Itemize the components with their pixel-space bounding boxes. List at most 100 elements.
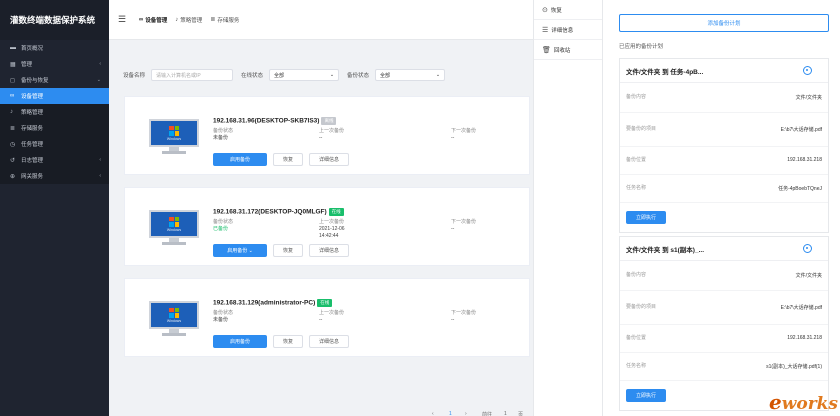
gear-icon[interactable] xyxy=(803,66,812,75)
backup-plan-card: 文件/文件夹 到 任务-4pB... 备份内容 文件/文件夹 要备份的项目 E:… xyxy=(619,58,829,233)
plan-row: 备份内容 文件/文件夹 xyxy=(620,261,828,291)
pager-prev[interactable]: ‹ xyxy=(432,411,434,416)
chevron-icon: ⌄ xyxy=(96,77,101,83)
plan-row-value: s1(副本)_大话存储.pdf(1) xyxy=(766,364,822,370)
music-icon: ♪ xyxy=(175,16,179,23)
backup-status: 备份状态 未备份 xyxy=(213,310,234,323)
menu-toggle-icon[interactable]: ☰ xyxy=(113,14,131,25)
next-backup: 下一次备份 -- xyxy=(451,128,477,141)
backup-status-select[interactable]: 全部 ⌄ xyxy=(375,69,446,81)
device-card[interactable]: Windows 192.168.31.129(administrator-PC)… xyxy=(124,278,530,357)
last-backup: 上一次备份 2021-12-06 14:42:44 xyxy=(319,219,345,239)
plan-header: 文件/文件夹 到 任务-4pB... xyxy=(620,59,828,83)
plan-row-value: 任务-4pBoebTQneJ xyxy=(778,186,822,192)
computer-icon: Windows xyxy=(149,210,199,246)
chevron-down-icon: ⌄ xyxy=(329,72,335,78)
sidebar-item-label: 日志管理 xyxy=(21,158,44,164)
backup-plan-panel: 添加备份计划 已应用的备份计划 文件/文件夹 到 任务-4pB... 备份内容 … xyxy=(603,0,840,416)
tab-0[interactable]: ∞ 设备管理 xyxy=(139,16,167,24)
enable-backup-button[interactable]: 启用备份 xyxy=(213,153,267,166)
plan-row-value: 文件/文件夹 xyxy=(795,95,822,101)
grid-icon: ▦ xyxy=(10,61,16,68)
backup-icon: ◻ xyxy=(10,77,15,84)
next-backup: 下一次备份 -- xyxy=(451,219,477,232)
sidebar-item-4[interactable]: ♪ 策略管理 xyxy=(0,104,109,120)
run-now-button[interactable]: 立即执行 xyxy=(626,389,666,402)
restore-button[interactable]: 恢复 xyxy=(273,153,303,166)
device-card[interactable]: Windows 192.168.31.172(DESKTOP-JQ0MLGF) 在… xyxy=(124,187,530,266)
pager-goto-label: 前往 xyxy=(482,412,493,416)
plan-row-value: E:\b7\大话存储.pdf xyxy=(780,127,822,133)
plan-row-value: 192.168.31.218 xyxy=(787,157,822,163)
pager-next[interactable]: › xyxy=(465,411,467,416)
sidebar-item-label: 首页概况 xyxy=(21,46,44,52)
plan-row-key: 任务名称 xyxy=(626,185,647,191)
device-card[interactable]: Windows 192.168.31.96(DESKTOP-SKB7IS3) 离线… xyxy=(124,96,530,175)
chevron-icon: ‹ xyxy=(99,157,101,163)
sidebar-item-0[interactable]: ▬ 首页概况 xyxy=(0,40,109,56)
applied-plans-label: 已应用的备份计划 xyxy=(619,44,664,50)
context-menu: ⊙ 恢复 ☰ 详细信息 🗑 回收站 xyxy=(533,0,603,416)
pager-page[interactable]: 1 xyxy=(449,411,452,416)
monitor-icon: ▬ xyxy=(10,45,16,51)
sidebar-item-label: 备份与恢复 xyxy=(21,78,49,84)
backup-status: 备份状态 已备份 xyxy=(213,219,234,232)
plan-header: 文件/文件夹 到 s1(副本)_... xyxy=(620,237,828,261)
status-badge: 离线 xyxy=(321,117,337,125)
last-backup: 上一次备份 -- xyxy=(319,310,345,323)
sidebar-item-8[interactable]: ⊕ 网关服务 ‹ xyxy=(0,168,109,184)
status-badge: 在线 xyxy=(317,299,333,307)
enable-backup-button[interactable]: 启用备份 xyxy=(213,335,267,348)
online-status-label: 在线状态 xyxy=(241,73,264,79)
link-icon: ∞ xyxy=(10,93,15,99)
plan-row: 任务名称 任务-4pBoebTQneJ xyxy=(620,175,828,203)
clock-icon: ◷ xyxy=(10,141,16,148)
sidebar-item-2[interactable]: ◻ 备份与恢复 ⌄ xyxy=(0,72,109,88)
tab-1[interactable]: ♪ 策略管理 xyxy=(175,16,202,24)
sidebar-item-label: 管理 xyxy=(21,62,33,68)
next-backup: 下一次备份 -- xyxy=(451,310,477,323)
sidebar-item-3[interactable]: ∞ 设备管理 xyxy=(0,88,109,104)
plan-title: 文件/文件夹 到 s1(副本)_... xyxy=(626,246,705,254)
sidebar-item-label: 策略管理 xyxy=(21,110,44,116)
log-icon: ↺ xyxy=(10,157,16,164)
top-bar: ☰ ∞ 设备管理 ♪ 策略管理 ≣ 存储服务 xyxy=(109,0,533,40)
sidebar-item-5[interactable]: ≣ 存储服务 xyxy=(0,120,109,136)
run-now-button[interactable]: 立即执行 xyxy=(626,211,666,224)
details-button[interactable]: 详细信息 xyxy=(309,153,349,166)
tab-2[interactable]: ≣ 存储服务 xyxy=(210,16,239,24)
chevron-icon: ‹ xyxy=(99,61,101,67)
sidebar-item-7[interactable]: ↺ 日志管理 ‹ xyxy=(0,152,109,168)
menu-item-2[interactable]: 🗑 回收站 xyxy=(534,40,602,60)
plan-row: 任务名称 s1(副本)_大话存储.pdf(1) xyxy=(620,353,828,381)
online-status-select[interactable]: 全部 ⌄ xyxy=(269,69,340,81)
globe-icon: ⊕ xyxy=(10,173,16,180)
add-backup-plan-button[interactable]: 添加备份计划 xyxy=(619,14,829,32)
plan-row-key: 备份内容 xyxy=(626,272,647,278)
status-badge: 在线 xyxy=(328,208,344,216)
plan-row-key: 要备份的项目 xyxy=(626,304,657,310)
windows-label: Windows xyxy=(166,136,182,141)
last-backup: 上一次备份 -- xyxy=(319,128,345,141)
menu-item-0[interactable]: ⊙ 恢复 xyxy=(534,0,602,20)
device-host: 192.168.31.129(administrator-PC) 在线 xyxy=(213,299,333,307)
restore-button[interactable]: 恢复 xyxy=(273,335,303,348)
sidebar-item-1[interactable]: ▦ 管理 ‹ xyxy=(0,56,109,72)
device-name-label: 设备名称 xyxy=(123,73,146,79)
details-button[interactable]: 详细信息 xyxy=(309,335,349,348)
tab-label: 策略管理 xyxy=(180,17,203,24)
enable-backup-button[interactable]: 启用备份 ⌄ xyxy=(213,244,267,257)
menu-item-1[interactable]: ☰ 详细信息 xyxy=(534,20,602,40)
restore-button[interactable]: 恢复 xyxy=(273,244,303,257)
device-name-input[interactable]: 请输入计算机名或IP xyxy=(151,69,234,81)
chevron-icon: ‹ xyxy=(99,173,101,179)
computer-screen: Windows xyxy=(149,119,199,147)
sidebar-item-6[interactable]: ◷ 任务管理 xyxy=(0,136,109,152)
gear-icon[interactable] xyxy=(803,244,812,253)
restore-icon: ⊙ xyxy=(542,6,548,14)
plan-row-key: 任务名称 xyxy=(626,363,647,369)
windows-logo-icon xyxy=(169,307,179,318)
details-button[interactable]: 详细信息 xyxy=(309,244,349,257)
pager-page-input[interactable]: 1 xyxy=(504,411,507,416)
windows-logo-icon xyxy=(169,125,179,136)
